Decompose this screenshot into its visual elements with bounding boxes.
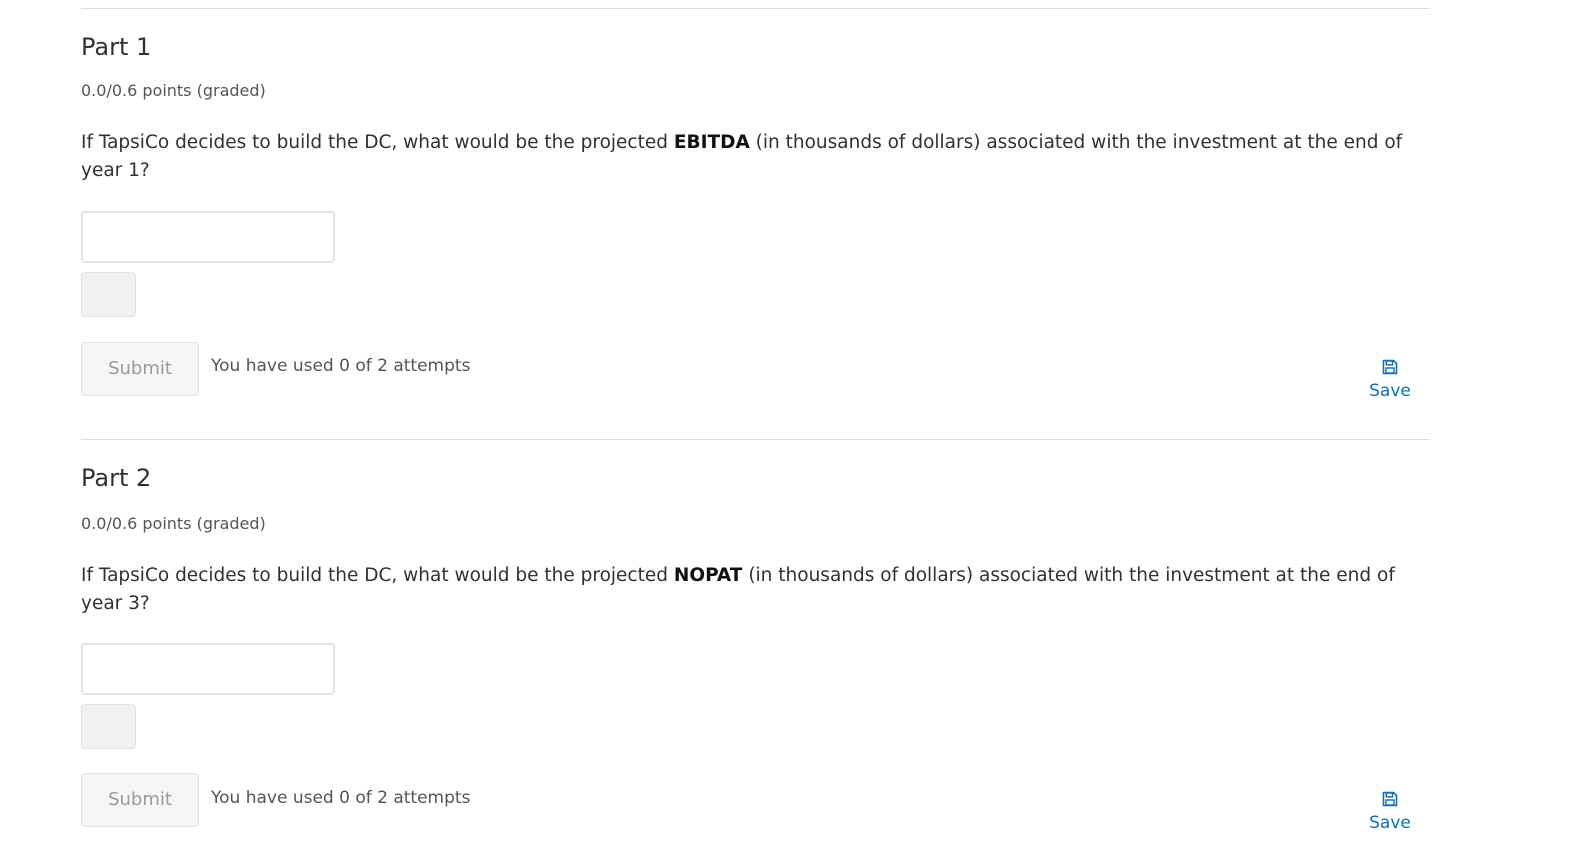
save-button[interactable]: Save: [1357, 359, 1423, 407]
points-status: 0.0/0.6 points (graded): [81, 81, 266, 100]
question-text: If TapsiCo decides to build the DC, what…: [81, 562, 1411, 618]
save-label: Save: [1369, 381, 1411, 401]
floppy-disk-icon: [1382, 359, 1398, 375]
attempts-counter: You have used 0 of 2 attempts: [211, 788, 471, 808]
points-status: 0.0/0.6 points (graded): [81, 514, 266, 533]
part-title: Part 1: [81, 33, 152, 61]
floppy-disk-icon: [1382, 791, 1398, 807]
attempts-counter: You have used 0 of 2 attempts: [211, 356, 471, 376]
save-label: Save: [1369, 813, 1411, 833]
submit-button[interactable]: Submit: [81, 342, 199, 396]
section-divider: [81, 8, 1429, 9]
answer-input[interactable]: [81, 211, 335, 263]
submit-button[interactable]: Submit: [81, 773, 199, 827]
question-text: If TapsiCo decides to build the DC, what…: [81, 129, 1411, 185]
section-divider: [81, 439, 1429, 440]
answer-status-indicator: [81, 272, 136, 317]
answer-input[interactable]: [81, 643, 335, 695]
answer-status-indicator: [81, 704, 136, 749]
save-button[interactable]: Save: [1357, 791, 1423, 839]
question-text-start: If TapsiCo decides to build the DC, what…: [81, 565, 674, 586]
part-title: Part 2: [81, 464, 152, 492]
question-keyword: NOPAT: [673, 565, 743, 586]
question-text-start: If TapsiCo decides to build the DC, what…: [81, 132, 674, 153]
question-keyword: EBITDA: [673, 132, 750, 153]
